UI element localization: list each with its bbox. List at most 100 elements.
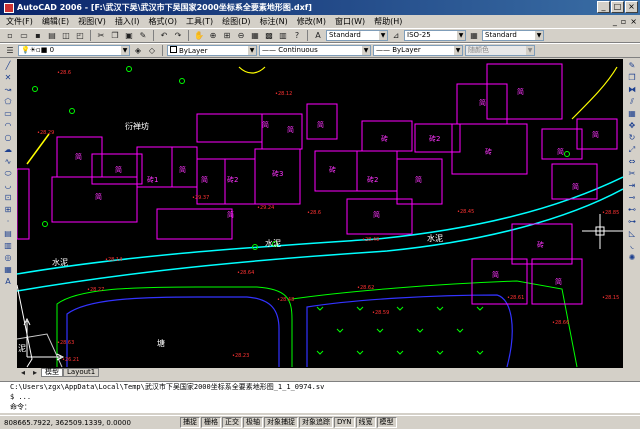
zoom-previous-icon[interactable]: ⊖ xyxy=(235,30,247,41)
open-file-icon[interactable]: ▭ xyxy=(18,30,30,41)
linetype-select[interactable]: —— Continuous ▼ xyxy=(259,45,371,56)
make-current-layer-icon[interactable]: ◈ xyxy=(132,45,144,56)
explode-icon[interactable]: ✺ xyxy=(626,252,638,263)
tab-model[interactable]: 模型 xyxy=(41,368,63,377)
gradient-icon[interactable]: ▥ xyxy=(2,240,14,251)
arc-icon[interactable]: ◠ xyxy=(2,120,14,131)
ortho-toggle[interactable]: 正交 xyxy=(222,417,242,428)
text-style-select[interactable]: Standard ▼ xyxy=(326,30,388,41)
tool-palettes-icon[interactable]: ▥ xyxy=(277,30,289,41)
cut-icon[interactable]: ✂ xyxy=(95,30,107,41)
layer-manager-icon[interactable]: ☰ xyxy=(4,45,16,56)
break-at-point-icon[interactable]: ⊸ xyxy=(626,192,638,203)
copy-icon[interactable]: ❐ xyxy=(109,30,121,41)
table-style-select[interactable]: Standard ▼ xyxy=(482,30,544,41)
stretch-icon[interactable]: ⇔ xyxy=(626,156,638,167)
menu-dimension[interactable]: 标注(N) xyxy=(260,16,288,27)
rotate-icon[interactable]: ↻ xyxy=(626,132,638,143)
multiline-text-icon[interactable]: A xyxy=(2,276,14,287)
construction-line-icon[interactable]: ✕ xyxy=(2,72,14,83)
layer-previous-icon[interactable]: ◇ xyxy=(146,45,158,56)
undo-icon[interactable]: ↶ xyxy=(158,30,170,41)
dyn-toggle[interactable]: DYN xyxy=(334,417,355,428)
rectangle-icon[interactable]: ▭ xyxy=(2,108,14,119)
point-icon[interactable]: · xyxy=(2,216,14,227)
drawing-canvas[interactable]: •28.6 •28.12 •28.29 •29.37 •29.24 •28.6 •28.… xyxy=(17,59,623,368)
redo-icon[interactable]: ↷ xyxy=(172,30,184,41)
line-icon[interactable]: ╱ xyxy=(2,60,14,71)
menu-tools[interactable]: 工具(T) xyxy=(186,16,213,27)
move-icon[interactable]: ✥ xyxy=(626,120,638,131)
minimize-button[interactable]: _ xyxy=(597,1,610,13)
plot-icon[interactable]: ▤ xyxy=(46,30,58,41)
save-icon[interactable]: ▪ xyxy=(32,30,44,41)
circle-icon[interactable]: ○ xyxy=(2,132,14,143)
polar-toggle[interactable]: 极轴 xyxy=(243,417,263,428)
menu-file[interactable]: 文件(F) xyxy=(6,16,33,27)
help-icon[interactable]: ? xyxy=(291,30,303,41)
menu-draw[interactable]: 绘图(D) xyxy=(222,16,250,27)
dim-style-icon[interactable]: ⊿ xyxy=(390,30,402,41)
mirror-icon[interactable]: ⧓ xyxy=(626,84,638,95)
close-button[interactable]: × xyxy=(625,1,638,13)
menu-help[interactable]: 帮助(H) xyxy=(374,16,402,27)
doc-restore-icon[interactable]: ▫ xyxy=(621,17,626,26)
plot-preview-icon[interactable]: ◫ xyxy=(60,30,72,41)
polyline-icon[interactable]: ↝ xyxy=(2,84,14,95)
command-window[interactable]: C:\Users\zgx\AppData\Local\Temp\武汉市下吴国家2… xyxy=(0,381,640,413)
ellipse-arc-icon[interactable]: ◡ xyxy=(2,180,14,191)
snap-toggle[interactable]: 捕捉 xyxy=(180,417,200,428)
break-icon[interactable]: ⊷ xyxy=(626,204,638,215)
trim-icon[interactable]: ✂ xyxy=(626,168,638,179)
join-icon[interactable]: ⊶ xyxy=(626,216,638,227)
grid-toggle[interactable]: 栅格 xyxy=(201,417,221,428)
menu-insert[interactable]: 插入(I) xyxy=(115,16,140,27)
lineweight-toggle[interactable]: 线宽 xyxy=(355,417,376,428)
tab-next-icon[interactable]: ▸ xyxy=(29,367,41,378)
lineweight-select[interactable]: —— ByLayer ▼ xyxy=(373,45,463,56)
insert-block-icon[interactable]: ⊡ xyxy=(2,192,14,203)
doc-minimize-icon[interactable]: _ xyxy=(613,17,617,26)
chamfer-icon[interactable]: ◺ xyxy=(626,228,638,239)
model-toggle[interactable]: 模型 xyxy=(376,417,397,428)
table-style-icon[interactable]: ▦ xyxy=(468,30,480,41)
tab-first-icon[interactable]: ◂ xyxy=(17,367,29,378)
polygon-icon[interactable]: ⬠ xyxy=(2,96,14,107)
make-block-icon[interactable]: ⊞ xyxy=(2,204,14,215)
region-icon[interactable]: ◎ xyxy=(2,252,14,263)
array-icon[interactable]: ▦ xyxy=(626,108,638,119)
color-select[interactable]: ByLayer ▼ xyxy=(167,45,257,56)
publish-icon[interactable]: ◰ xyxy=(74,30,86,41)
match-properties-icon[interactable]: ✎ xyxy=(137,30,149,41)
spline-icon[interactable]: ∿ xyxy=(2,156,14,167)
ellipse-icon[interactable]: ⬭ xyxy=(2,168,14,179)
dim-style-select[interactable]: ISO-25 ▼ xyxy=(404,30,466,41)
menu-window[interactable]: 窗口(W) xyxy=(335,16,365,27)
menu-modify[interactable]: 修改(M) xyxy=(297,16,326,27)
properties-icon[interactable]: ▦ xyxy=(249,30,261,41)
menu-edit[interactable]: 编辑(E) xyxy=(42,16,69,27)
table-icon[interactable]: ▦ xyxy=(2,264,14,275)
new-file-icon[interactable]: ▫ xyxy=(4,30,16,41)
extend-icon[interactable]: ⇥ xyxy=(626,180,638,191)
paste-icon[interactable]: ▣ xyxy=(123,30,135,41)
zoom-window-icon[interactable]: ⊞ xyxy=(221,30,233,41)
osnap-toggle[interactable]: 对象捕捉 xyxy=(264,417,298,428)
doc-close-icon[interactable]: × xyxy=(630,17,637,26)
tab-layout1[interactable]: Layout1 xyxy=(63,368,100,377)
copy-object-icon[interactable]: ❐ xyxy=(626,72,638,83)
layer-select[interactable]: 💡☀▫■ 0 ▼ xyxy=(18,45,130,56)
revision-cloud-icon[interactable]: ☁ xyxy=(2,144,14,155)
menu-view[interactable]: 视图(V) xyxy=(78,16,106,27)
maximize-button[interactable]: □ xyxy=(611,1,624,13)
zoom-realtime-icon[interactable]: ⊕ xyxy=(207,30,219,41)
pan-icon[interactable]: ✋ xyxy=(193,30,205,41)
fillet-icon[interactable]: ◟ xyxy=(626,240,638,251)
hatch-icon[interactable]: ▤ xyxy=(2,228,14,239)
design-center-icon[interactable]: ▩ xyxy=(263,30,275,41)
command-prompt[interactable]: 命令： xyxy=(10,402,640,412)
erase-icon[interactable]: ✎ xyxy=(626,60,638,71)
scale-icon[interactable]: ⤢ xyxy=(626,144,638,155)
menu-format[interactable]: 格式(O) xyxy=(148,16,177,27)
offset-icon[interactable]: ⫽ xyxy=(626,96,638,107)
